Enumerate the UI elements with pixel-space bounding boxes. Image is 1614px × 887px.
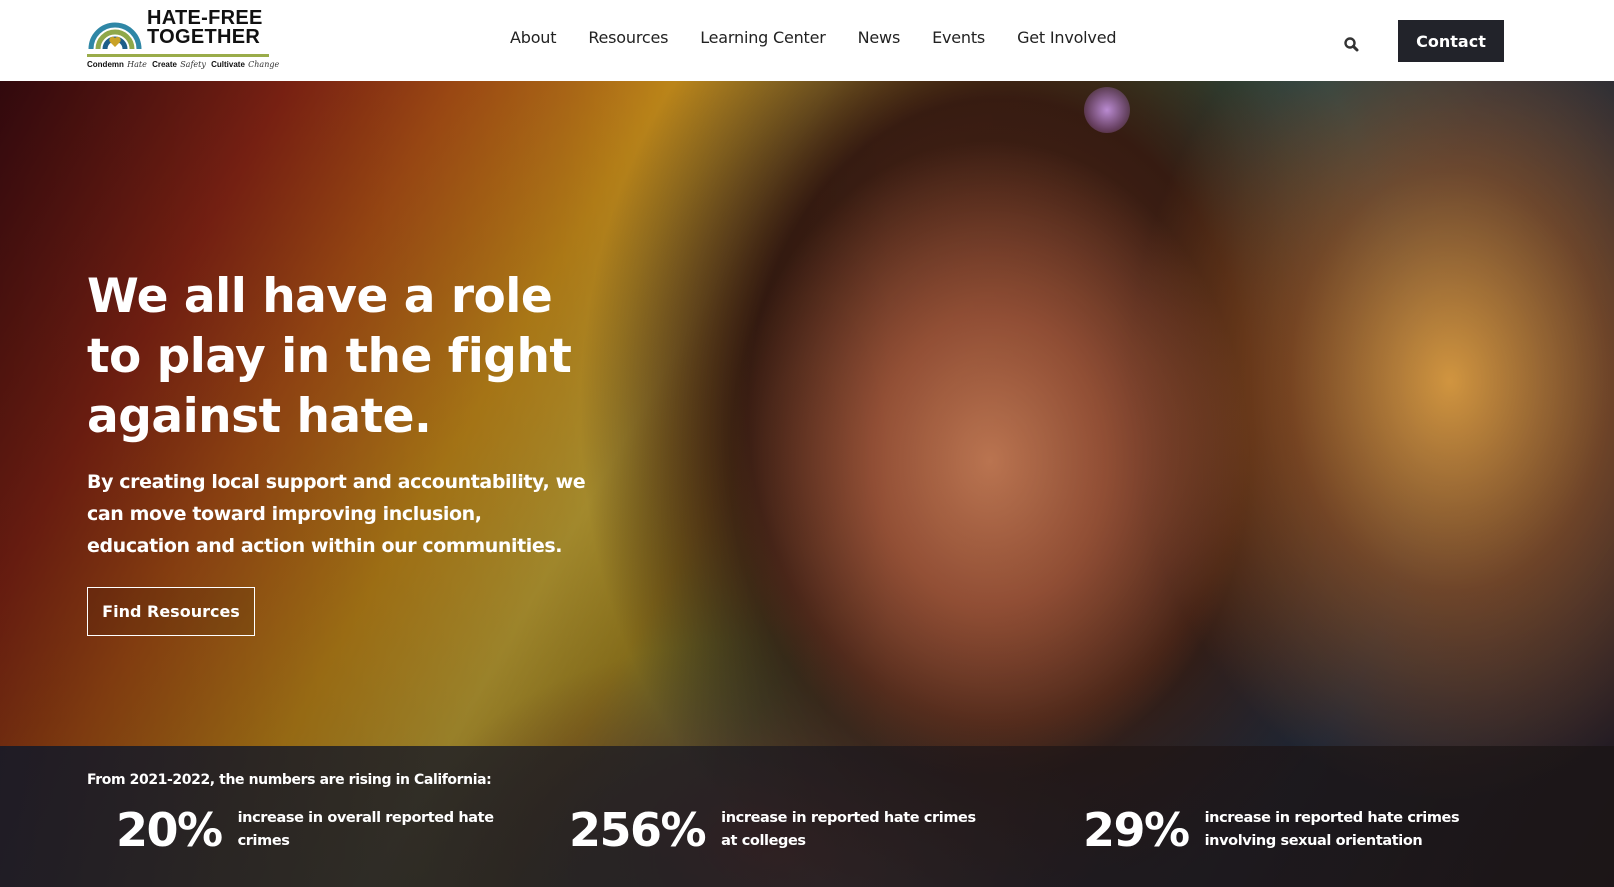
stat-label: increase in overall reported hate crimes [237, 810, 494, 849]
nav-item-resources[interactable]: Resources [588, 28, 668, 47]
site-logo[interactable]: HATE-FREE TOGETHER Condemn Hate Create S… [87, 7, 279, 73]
tagline-script: Safety [180, 60, 206, 69]
rainbow-heart-icon [88, 22, 142, 49]
nav-item-news[interactable]: News [858, 28, 901, 47]
logo-divider [87, 54, 269, 57]
search-button[interactable] [1342, 35, 1362, 55]
tagline-word: Create [152, 60, 177, 69]
stat-value: 20% [116, 803, 223, 857]
stat-value: 29% [1083, 803, 1190, 857]
search-icon [1344, 37, 1359, 52]
tagline-script: Hate [127, 60, 147, 69]
main-nav: About Resources Learning Center News Eve… [510, 28, 1148, 47]
tagline-word: Condemn [87, 60, 124, 69]
stat-label: increase in reported hate crimes involvi… [1204, 810, 1460, 849]
logo-title-line2: TOGETHER [147, 26, 261, 48]
stat-item: 29% increase in reported hate crimes inv… [1083, 802, 1465, 858]
stats-intro: From 2021-2022, the numbers are rising i… [87, 772, 492, 788]
nav-item-get-involved[interactable]: Get Involved [1017, 28, 1116, 47]
hero-section: We all have a role to play in the fight … [0, 81, 1614, 887]
find-resources-button[interactable]: Find Resources [87, 587, 255, 636]
stat-item: 256% increase in reported hate crimes at… [569, 802, 991, 858]
nav-item-learning-center[interactable]: Learning Center [700, 28, 826, 47]
hero-subtitle: By creating local support and accountabi… [87, 471, 586, 557]
stat-label: increase in reported hate crimes at coll… [721, 810, 976, 849]
contact-button[interactable]: Contact [1398, 20, 1504, 62]
lens-flare [1084, 87, 1130, 133]
nav-item-events[interactable]: Events [932, 28, 985, 47]
stats-band: From 2021-2022, the numbers are rising i… [0, 746, 1614, 887]
tagline-word: Cultivate [211, 60, 245, 69]
logo-title: HATE-FREE TOGETHER [147, 8, 263, 48]
hero-title: We all have a role to play in the fight … [87, 269, 572, 444]
tagline-script: Change [248, 60, 280, 69]
nav-item-about[interactable]: About [510, 28, 557, 47]
logo-tagline: Condemn Hate Create Safety Cultivate Cha… [87, 60, 282, 69]
stat-value: 256% [569, 803, 707, 857]
stat-item: 20% increase in overall reported hate cr… [116, 802, 538, 858]
site-header: HATE-FREE TOGETHER Condemn Hate Create S… [0, 0, 1614, 81]
